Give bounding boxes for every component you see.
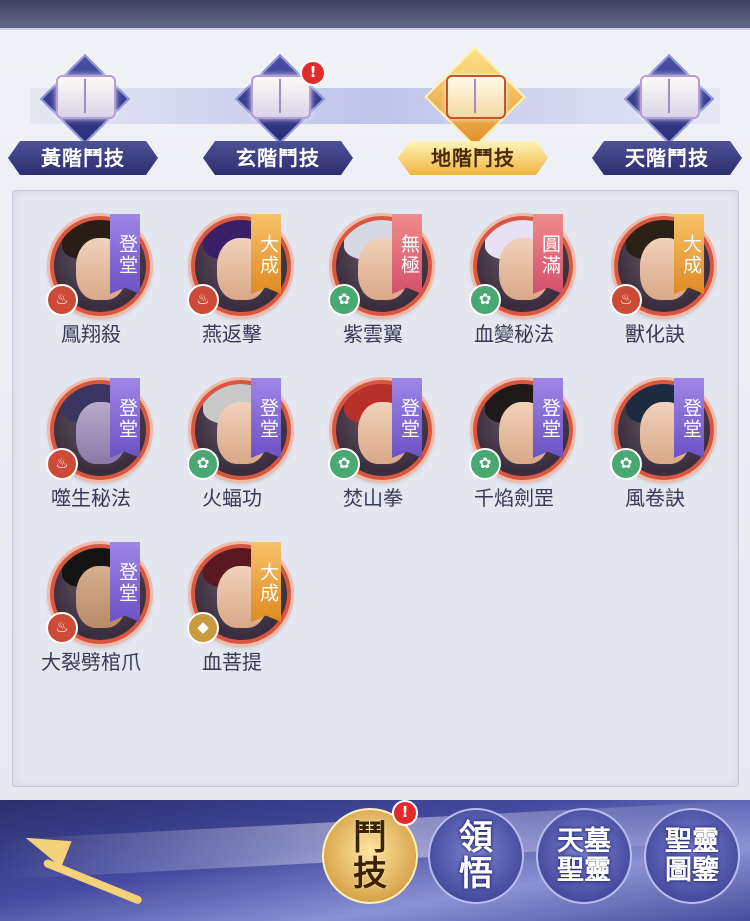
skill-card[interactable]: 登堂 ✿ 焚山拳 <box>308 364 438 514</box>
back-button[interactable] <box>18 824 158 906</box>
skill-card[interactable]: 登堂 ♨ 大裂劈棺爪 <box>26 528 156 678</box>
tier-tag: 大成 <box>251 542 281 622</box>
nav-label-line2: 悟 <box>459 854 493 894</box>
wood-element-icon: ✿ <box>469 448 501 480</box>
book-icon <box>446 75 506 119</box>
fire-element-icon: ♨ <box>46 448 78 480</box>
skill-card[interactable]: 登堂 ✿ 千焰劍罡 <box>449 364 579 514</box>
nav-label-line2: 圖鑒 <box>665 855 719 886</box>
tab-label: 地階鬥技 <box>398 141 548 175</box>
tier-tag: 大成 <box>251 214 281 294</box>
fire-element-icon: ♨ <box>46 284 78 316</box>
skill-card[interactable]: 登堂 ♨ 鳳翔殺 <box>26 200 156 350</box>
tier-tag: 無極 <box>392 214 422 294</box>
alert-badge: ! <box>300 60 326 86</box>
tab-heaven-tier[interactable]: 天階鬥技 <box>592 53 742 180</box>
wood-element-icon: ✿ <box>328 448 360 480</box>
tab-mystic-tier[interactable]: ! 玄階鬥技 <box>203 53 353 180</box>
book-icon <box>56 75 116 119</box>
skill-name: 大裂劈棺爪 <box>41 650 141 674</box>
tab-earth-tier[interactable]: 地階鬥技 <box>398 46 548 180</box>
skill-card[interactable]: 登堂 ✿ 風卷訣 <box>590 364 720 514</box>
nav-label-line1: 領 <box>459 818 493 858</box>
book-icon <box>251 75 311 119</box>
skill-name: 燕返擊 <box>202 322 262 346</box>
tier-tag: 圓滿 <box>533 214 563 294</box>
fire-element-icon: ♨ <box>187 284 219 316</box>
skill-card[interactable]: 無極 ✿ 紫雲翼 <box>308 200 438 350</box>
wood-element-icon: ✿ <box>187 448 219 480</box>
wood-element-icon: ✿ <box>469 284 501 316</box>
tier-tag: 登堂 <box>251 378 281 458</box>
skill-card[interactable]: 大成 ◆ 血菩提 <box>167 528 297 678</box>
tier-tag: 登堂 <box>533 378 563 458</box>
tier-tag: 大成 <box>674 214 704 294</box>
tier-tag: 登堂 <box>674 378 704 458</box>
skill-name: 風卷訣 <box>625 486 685 510</box>
skill-name: 噬生秘法 <box>51 486 131 510</box>
fire-element-icon: ♨ <box>610 284 642 316</box>
tier-tag: 登堂 <box>110 378 140 458</box>
tab-label: 黃階鬥技 <box>8 141 158 175</box>
nav-alert-badge: ! <box>392 800 418 826</box>
nav-heaven-tomb-spirit[interactable]: 天墓 聖靈 <box>536 808 632 904</box>
nav-label-line2: 聖靈 <box>557 855 611 886</box>
skill-name: 血變秘法 <box>474 322 554 346</box>
skill-name: 火蝠功 <box>202 486 262 510</box>
wood-element-icon: ✿ <box>328 284 360 316</box>
tier-tag: 登堂 <box>110 542 140 622</box>
skill-card[interactable]: 圓滿 ✿ 血變秘法 <box>449 200 579 350</box>
back-arrow-icon <box>20 824 72 868</box>
tab-yellow-tier[interactable]: 黃階鬥技 <box>8 53 158 180</box>
skill-name: 紫雲翼 <box>343 322 403 346</box>
tier-tag: 登堂 <box>392 378 422 458</box>
nav-label-line2: 技 <box>353 854 387 894</box>
skill-name: 獸化訣 <box>625 322 685 346</box>
skill-name: 血菩提 <box>202 650 262 674</box>
fire-element-icon: ♨ <box>46 612 78 644</box>
nav-label-line1: 鬥 <box>353 818 387 858</box>
nav-label-line1: 聖靈 <box>665 826 719 857</box>
skill-card[interactable]: 大成 ♨ 獸化訣 <box>590 200 720 350</box>
tab-label: 天階鬥技 <box>592 141 742 175</box>
nav-spirit-atlas[interactable]: 聖靈 圖鑒 <box>644 808 740 904</box>
skill-card[interactable]: 登堂 ✿ 火蝠功 <box>167 364 297 514</box>
nav-comprehension[interactable]: 領 悟 <box>428 808 524 904</box>
skill-name: 鳳翔殺 <box>61 322 121 346</box>
tab-label: 玄階鬥技 <box>203 141 353 175</box>
skill-name: 千焰劍罡 <box>474 486 554 510</box>
metal-element-icon: ◆ <box>187 612 219 644</box>
skill-name: 焚山拳 <box>343 486 403 510</box>
book-icon <box>640 75 700 119</box>
nav-label-line1: 天墓 <box>557 826 611 857</box>
skill-card[interactable]: 大成 ♨ 燕返擊 <box>167 200 297 350</box>
tier-tag: 登堂 <box>110 214 140 294</box>
wood-element-icon: ✿ <box>610 448 642 480</box>
skill-card[interactable]: 登堂 ♨ 噬生秘法 <box>26 364 156 514</box>
